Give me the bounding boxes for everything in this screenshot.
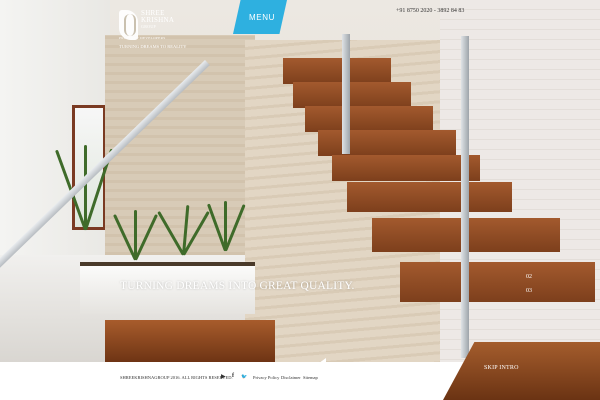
menu-button[interactable]: MENU	[233, 0, 287, 34]
brand-name: SHREE KRISHNA GROUP	[141, 10, 175, 30]
footer-link-sitemap[interactable]: Sitemap	[303, 375, 318, 380]
stair-step	[293, 82, 411, 108]
youtube-icon[interactable]: ▶	[221, 373, 226, 380]
brand-name-line3: GROUP	[141, 24, 157, 29]
footer-link-privacy[interactable]: Privacy Policy	[253, 375, 279, 380]
stair-step	[332, 155, 480, 181]
hero-plant	[206, 196, 246, 252]
footer-copyright: SHREEKRISHNAGROUP 2016. ALL RIGHTS RESER…	[120, 375, 233, 380]
stair-step	[283, 58, 391, 84]
slide-indicator[interactable]: 02	[526, 270, 532, 284]
slide-pager: 02 03	[526, 270, 532, 298]
hero-image	[0, 0, 600, 362]
hero-plant	[157, 200, 210, 256]
skip-intro-link[interactable]: SKIP INTRO	[484, 365, 519, 371]
stair-step	[400, 262, 595, 302]
railing-post	[461, 36, 469, 358]
railing-post	[342, 34, 350, 154]
menu-button-label: MENU	[249, 12, 275, 22]
brand-tagline: TURNING DREAMS TO REALITY	[119, 44, 187, 49]
brand-logo[interactable]: SHREE KRISHNA GROUP PROPERTY DEVELOPERS …	[119, 8, 189, 64]
footer-link-disclaimer[interactable]: Disclaimer	[281, 375, 301, 380]
twitter-icon[interactable]: 🐦	[241, 374, 247, 380]
brand-name-line2: KRISHNA	[141, 16, 175, 24]
stair-step	[347, 182, 512, 212]
stair-step-lower	[105, 320, 275, 362]
hero-headline: TURNING DREAMS INTO GREAT QUALITY.	[120, 280, 355, 292]
brand-subline: PROPERTY DEVELOPERS	[119, 36, 166, 40]
facebook-icon[interactable]: f	[232, 373, 234, 379]
hero-plant	[113, 205, 158, 261]
stair-step	[318, 130, 456, 156]
slide-indicator[interactable]: 03	[526, 284, 532, 298]
stair-step	[305, 106, 433, 132]
header-phone: +91 8750 2020 - 3892 84 83	[396, 8, 465, 14]
